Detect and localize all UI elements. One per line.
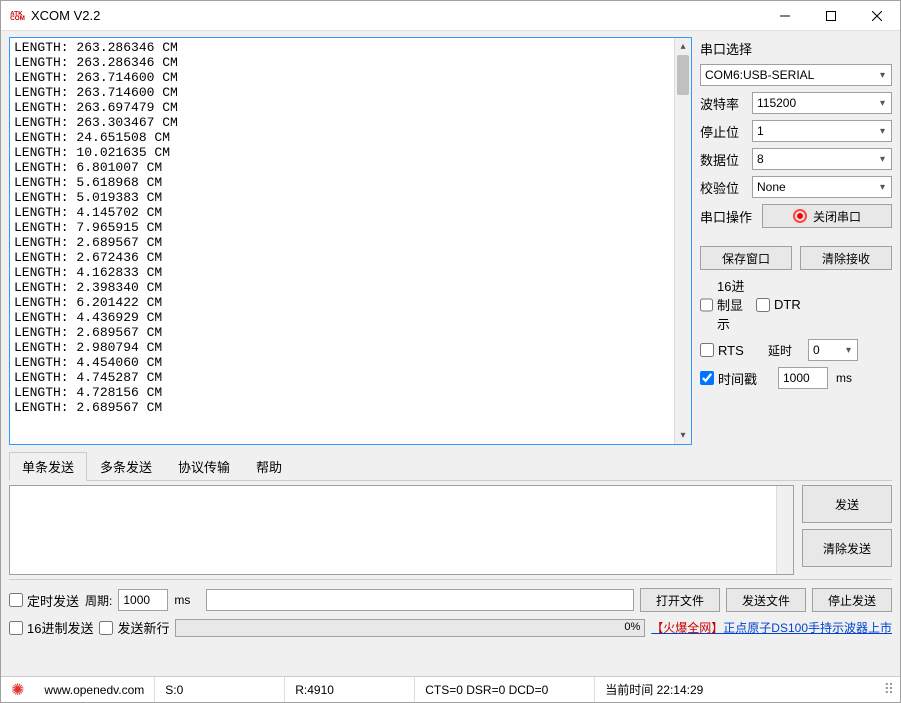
status-signals: CTS=0 DSR=0 DCD=0 bbox=[415, 677, 595, 702]
tab-2[interactable]: 协议传输 bbox=[165, 452, 243, 481]
stopbits-label: 停止位 bbox=[700, 122, 746, 141]
minimize-icon bbox=[780, 11, 790, 21]
send-button[interactable]: 发送 bbox=[802, 485, 892, 523]
maximize-icon bbox=[826, 11, 836, 21]
ms-label: ms bbox=[836, 371, 852, 385]
stopbits-select[interactable]: 1▾ bbox=[752, 120, 892, 142]
clear-receive-button[interactable]: 清除接收 bbox=[800, 246, 892, 270]
period-label: 周期: bbox=[85, 592, 112, 609]
open-file-button[interactable]: 打开文件 bbox=[640, 588, 720, 612]
send-newline-checkbox[interactable]: 发送新行 bbox=[99, 618, 169, 637]
tab-3[interactable]: 帮助 bbox=[243, 452, 295, 481]
port-op-label: 串口操作 bbox=[700, 207, 756, 226]
tab-1[interactable]: 多条发送 bbox=[87, 452, 165, 481]
titlebar: ATK COM XCOM V2.2 bbox=[1, 1, 900, 31]
timestamp-checkbox[interactable]: 时间戳 bbox=[700, 369, 770, 388]
chevron-down-icon: ▾ bbox=[842, 345, 855, 356]
send-scrollbar[interactable] bbox=[776, 486, 793, 574]
scroll-up-icon[interactable]: ▴ bbox=[675, 38, 691, 55]
chevron-down-icon: ▾ bbox=[876, 182, 889, 193]
content-area: LENGTH: 263.286346 CM LENGTH: 263.286346… bbox=[1, 31, 900, 676]
chevron-down-icon: ▾ bbox=[876, 126, 889, 137]
status-bar: ✺ www.openedv.com S:0 R:4910 CTS=0 DSR=0… bbox=[1, 676, 900, 702]
receive-textarea[interactable]: LENGTH: 263.286346 CM LENGTH: 263.286346… bbox=[9, 37, 692, 445]
timestamp-input[interactable] bbox=[778, 367, 828, 389]
send-tabs: 单条发送多条发送协议传输帮助 bbox=[9, 451, 892, 481]
file-path-input[interactable] bbox=[206, 589, 634, 611]
status-send-count: S:0 bbox=[155, 677, 285, 702]
maximize-button[interactable] bbox=[808, 1, 854, 31]
baud-select[interactable]: 115200▾ bbox=[752, 92, 892, 114]
status-time: 当前时间 22:14:29 bbox=[595, 677, 713, 702]
clear-send-button[interactable]: 清除发送 bbox=[802, 529, 892, 567]
promo-link[interactable]: 【火爆全网】正点原子DS100手持示波器上市 bbox=[651, 619, 892, 636]
status-recv-count: R:4910 bbox=[285, 677, 415, 702]
tab-0[interactable]: 单条发送 bbox=[9, 452, 87, 481]
rts-checkbox[interactable]: RTS bbox=[700, 343, 758, 358]
parity-select[interactable]: None▾ bbox=[752, 176, 892, 198]
receive-scrollbar[interactable]: ▴ ▾ bbox=[674, 38, 691, 444]
upper-pane: LENGTH: 263.286346 CM LENGTH: 263.286346… bbox=[9, 37, 892, 445]
resize-grip-icon[interactable]: ⠿ bbox=[884, 681, 900, 698]
close-button[interactable] bbox=[854, 1, 900, 31]
scroll-down-icon[interactable]: ▾ bbox=[675, 427, 691, 444]
port-value: COM6:USB-SERIAL bbox=[705, 68, 814, 82]
minimize-button[interactable] bbox=[762, 1, 808, 31]
save-window-button[interactable]: 保存窗口 bbox=[700, 246, 792, 270]
window-title: XCOM V2.2 bbox=[31, 8, 100, 23]
send-file-button[interactable]: 发送文件 bbox=[726, 588, 806, 612]
delay-select[interactable]: 0▾ bbox=[808, 339, 858, 361]
progress-bar: 0% bbox=[175, 619, 645, 637]
hex-send-checkbox[interactable]: 16进制发送 bbox=[9, 618, 93, 637]
hex-display-checkbox[interactable]: 16进制显示 bbox=[700, 276, 746, 333]
status-url[interactable]: www.openedv.com bbox=[34, 677, 155, 702]
progress-percent: 0% bbox=[624, 621, 640, 633]
timed-send-checkbox[interactable]: 定时发送 bbox=[9, 591, 79, 610]
ms-label: ms bbox=[174, 593, 190, 607]
databits-select[interactable]: 8▾ bbox=[752, 148, 892, 170]
send-textarea[interactable] bbox=[9, 485, 794, 575]
serial-settings-panel: 串口选择 COM6:USB-SERIAL ▾ 波特率 115200▾ 停止位 1… bbox=[700, 37, 892, 445]
chevron-down-icon: ▾ bbox=[876, 70, 889, 81]
timed-send-row: 定时发送 周期: ms 打开文件 发送文件 停止发送 bbox=[9, 588, 892, 612]
port-section-label: 串口选择 bbox=[700, 39, 892, 58]
receive-text: LENGTH: 263.286346 CM LENGTH: 263.286346… bbox=[10, 38, 674, 444]
app-icon: ATK COM bbox=[9, 8, 25, 24]
chevron-down-icon: ▾ bbox=[876, 98, 889, 109]
baud-label: 波特率 bbox=[700, 94, 746, 113]
delay-label: 延时 bbox=[768, 342, 798, 359]
databits-label: 数据位 bbox=[700, 150, 746, 169]
close-icon bbox=[872, 11, 882, 21]
period-input[interactable] bbox=[118, 589, 168, 611]
chevron-down-icon: ▾ bbox=[876, 154, 889, 165]
hex-send-row: 16进制发送 发送新行 0% 【火爆全网】正点原子DS100手持示波器上市 bbox=[9, 618, 892, 637]
port-select[interactable]: COM6:USB-SERIAL ▾ bbox=[700, 64, 892, 86]
send-area: 发送 清除发送 bbox=[9, 485, 892, 575]
gear-icon[interactable]: ✺ bbox=[1, 680, 34, 700]
app-window: ATK COM XCOM V2.2 LENGTH: 263.286346 CM … bbox=[0, 0, 901, 703]
stop-send-button[interactable]: 停止发送 bbox=[812, 588, 892, 612]
dtr-checkbox[interactable]: DTR bbox=[756, 297, 802, 312]
record-icon bbox=[793, 209, 807, 223]
parity-label: 校验位 bbox=[700, 178, 746, 197]
close-port-button[interactable]: 关闭串口 bbox=[762, 204, 892, 228]
